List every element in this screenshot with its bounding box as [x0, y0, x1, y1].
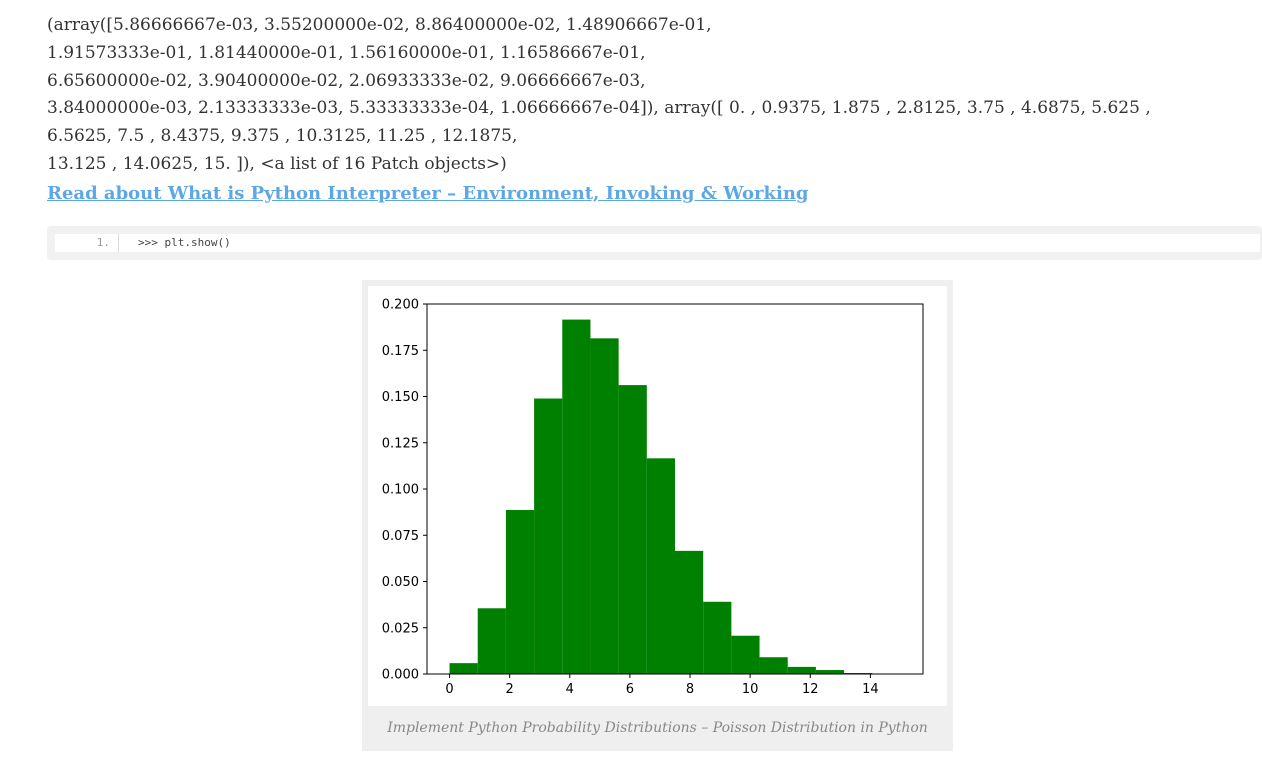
output-line: 6.5625, 7.5 , 8.4375, 9.375 , 10.3125, 1…	[47, 126, 518, 147]
histogram-bar	[590, 338, 619, 674]
histogram-chart: 0.000 0.025 0.050 0.075 0.100 0.125 0.150 0.175…	[382, 298, 924, 697]
code-line: 1. >>> plt.show()	[55, 234, 1260, 252]
x-tick-label: 2	[506, 682, 514, 697]
output-line: (array([5.86666667e-03, 3.55200000e-02, …	[47, 15, 712, 35]
output-line: 6.65600000e-02, 3.90400000e-02, 2.069333…	[47, 70, 646, 91]
x-tick-label: 14	[862, 682, 879, 697]
code-text: >>> plt.show()	[138, 236, 231, 249]
y-tick-label: 0.050	[382, 575, 419, 590]
read-more-link[interactable]: Read about What is Python Interpreter – …	[47, 180, 809, 208]
y-tick-label: 0.000	[382, 668, 419, 683]
code-block: 1. >>> plt.show()	[47, 226, 1262, 260]
histogram-bar	[759, 657, 788, 674]
x-tick-label: 10	[742, 682, 759, 697]
histogram-bar	[703, 601, 732, 674]
output-line: 13.125 , 14.0625, 15. ]), <a list of 16 …	[47, 153, 507, 174]
y-tick-label: 0.125	[382, 436, 419, 451]
histogram-bar	[787, 666, 816, 674]
figure: 0.000 0.025 0.050 0.075 0.100 0.125 0.150 0.175…	[362, 280, 953, 751]
histogram-bar	[505, 510, 535, 674]
histogram-bar	[815, 670, 845, 674]
y-tick-label: 0.200	[382, 298, 419, 313]
plot-image: 0.000 0.025 0.050 0.075 0.100 0.125 0.150 0.175…	[368, 286, 947, 706]
y-tick-label: 0.100	[382, 483, 419, 498]
y-tick-label: 0.075	[382, 529, 419, 544]
histogram-bar	[646, 458, 675, 674]
x-tick-label: 6	[626, 682, 634, 697]
histogram-bar	[534, 398, 563, 674]
histogram-bar	[477, 608, 506, 674]
console-output: (array([5.86666667e-03, 3.55200000e-02, …	[47, 12, 1247, 179]
histogram-bar	[618, 385, 647, 674]
y-tick-label: 0.175	[382, 344, 419, 359]
y-tick-label: 0.025	[382, 621, 419, 636]
output-line: 3.84000000e-03, 2.13333333e-03, 5.333333…	[47, 98, 1151, 119]
x-tick-label: 0	[445, 682, 453, 697]
x-tick-label: 8	[686, 682, 694, 697]
histogram-bar	[449, 663, 478, 674]
histogram-bar	[562, 319, 591, 674]
output-line: 1.91573333e-01, 1.81440000e-01, 1.561600…	[47, 42, 646, 63]
histogram-bar	[675, 550, 704, 674]
x-tick-label: 4	[566, 682, 574, 697]
figure-caption: Implement Python Probability Distributio…	[387, 720, 928, 736]
x-tick-label: 12	[802, 682, 819, 697]
y-tick-label: 0.150	[382, 390, 419, 405]
line-number: 1.	[55, 234, 119, 252]
histogram-bar	[731, 635, 760, 674]
